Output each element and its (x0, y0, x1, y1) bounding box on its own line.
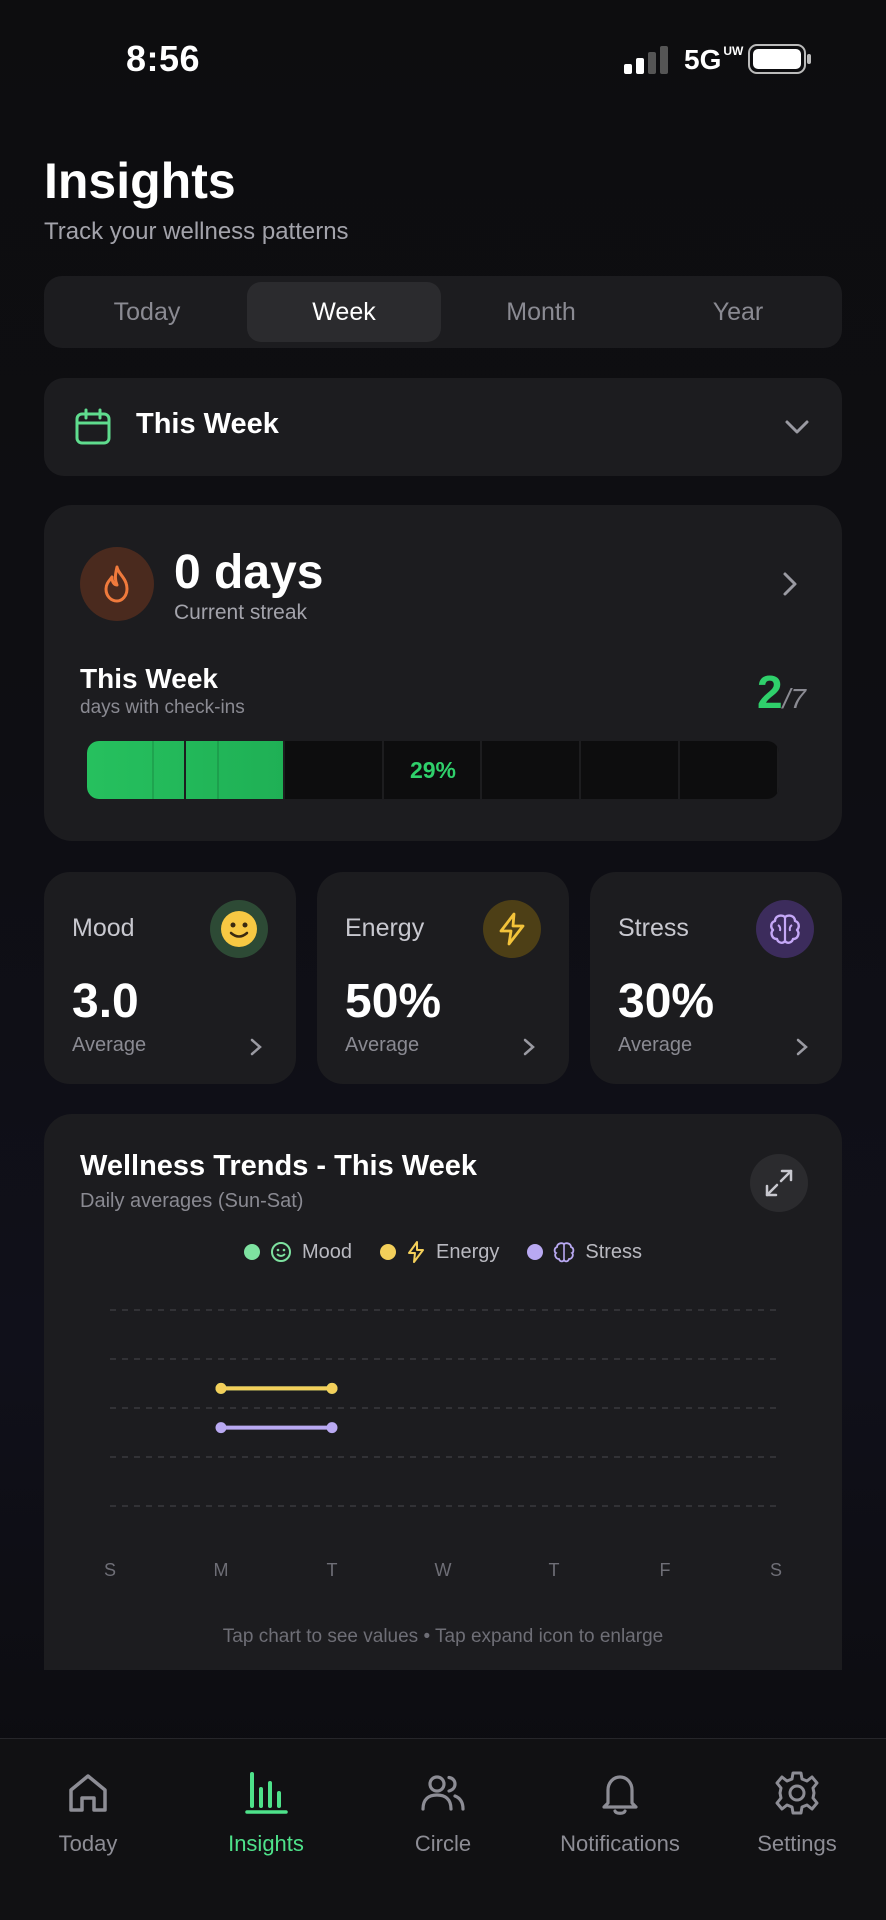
stress-value: 30% (618, 975, 715, 1028)
energy-subtitle: Average (345, 1034, 420, 1056)
brain-icon (756, 900, 814, 958)
home-icon (69, 1774, 107, 1812)
x-tick-label: W (435, 1560, 452, 1580)
data-point-energy (326, 1382, 338, 1394)
chart-title: Wellness Trends - This Week (80, 1150, 478, 1182)
calendar-icon (75, 408, 111, 445)
chart-hint: Tap chart to see values • Tap expand ico… (222, 1626, 664, 1647)
energy-value: 50% (345, 975, 442, 1028)
tab-insights[interactable]: Insights (186, 1769, 346, 1879)
streak-label: Current streak (174, 601, 308, 624)
legend-dot (527, 1244, 544, 1260)
legend-dot (243, 1244, 260, 1260)
segment-month[interactable]: Month (444, 282, 638, 342)
data-point-energy (215, 1382, 227, 1394)
insights-screen: 8:56 5G UW Insights Track your wellness p… (0, 0, 886, 1920)
period-segmented-control: Today Week Month Year (44, 276, 842, 348)
chevron-right-icon (250, 1038, 262, 1056)
week-progress-bar: 29% (87, 741, 779, 799)
wellness-trends-card[interactable]: Wellness Trends - This Week Daily averag… (44, 1114, 842, 1670)
legend-mood[interactable]: Mood (243, 1240, 352, 1264)
people-icon (421, 1775, 465, 1811)
brain-icon (554, 1242, 575, 1263)
tab-notifications[interactable]: Notifications (540, 1769, 700, 1879)
tab-settings[interactable]: Settings (717, 1769, 877, 1879)
chart-subtitle: Daily averages (Sun-Sat) (80, 1190, 304, 1212)
stress-subtitle: Average (618, 1034, 693, 1056)
segment-week[interactable]: Week (247, 282, 441, 342)
week-checkin-count: 2/7 (757, 666, 806, 718)
page-title: Insights (44, 153, 236, 209)
legend-energy[interactable]: Energy (379, 1240, 500, 1264)
week-progress-label: 29% (409, 756, 457, 783)
tab-bar: Today Insights Circle Notifications Sett… (0, 1738, 886, 1920)
period-label: This Week (136, 408, 279, 440)
period-dropdown[interactable]: This Week (44, 378, 842, 476)
status-bar: 8:56 5G UW (0, 0, 886, 110)
expand-icon (765, 1169, 793, 1197)
network-label: 5G UW (684, 44, 744, 75)
smiley-icon (210, 900, 268, 958)
lightning-icon (483, 900, 541, 958)
chevron-right-icon (796, 1038, 808, 1056)
chevron-right-icon (783, 572, 797, 596)
tab-today[interactable]: Today (8, 1769, 168, 1879)
wellness-line-chart[interactable]: SMTWTFS (44, 1274, 842, 1654)
mood-title: Mood (72, 914, 135, 942)
streak-value: 0 days (174, 546, 324, 599)
gear-icon (775, 1771, 819, 1815)
tab-circle-label: Circle (414, 1831, 472, 1856)
lightning-icon (407, 1241, 424, 1263)
expand-button[interactable] (750, 1154, 808, 1212)
tab-today-label: Today (58, 1831, 118, 1856)
battery-icon (748, 44, 811, 74)
legend-stress-label: Stress (585, 1240, 643, 1263)
stress-title: Stress (618, 914, 689, 942)
x-tick-label: S (770, 1560, 782, 1580)
data-point-stress (326, 1422, 338, 1434)
chevron-down-icon (785, 420, 809, 434)
segment-year[interactable]: Year (641, 282, 835, 342)
legend-dot (379, 1244, 396, 1260)
week-subtitle: days with check-ins (80, 697, 245, 718)
smiley-icon (270, 1242, 291, 1262)
page-subtitle: Track your wellness patterns (44, 218, 349, 245)
status-time: 8:56 (126, 38, 201, 79)
tab-settings-label: Settings (757, 1831, 837, 1856)
legend-mood-label: Mood (301, 1240, 352, 1263)
x-tick-label: M (214, 1560, 229, 1580)
flame-icon (80, 547, 154, 621)
bar-chart-icon (245, 1772, 288, 1814)
mood-value: 3.0 (72, 975, 139, 1028)
x-tick-label: T (549, 1560, 560, 1580)
energy-title: Energy (345, 914, 425, 942)
signal-icon (624, 46, 668, 74)
chart-legend: Mood Energy Stress (44, 1234, 842, 1270)
mood-subtitle: Average (72, 1034, 147, 1056)
bell-icon (602, 1775, 638, 1815)
x-tick-label: S (104, 1560, 116, 1580)
chevron-right-icon (523, 1038, 535, 1056)
x-tick-label: F (660, 1560, 671, 1580)
streak-card[interactable]: 0 days Current streak This Week days wit… (44, 505, 842, 841)
tab-insights-label: Insights (228, 1831, 304, 1856)
segment-today[interactable]: Today (50, 282, 244, 342)
legend-stress[interactable]: Stress (527, 1241, 642, 1264)
data-point-stress (215, 1422, 227, 1434)
energy-card[interactable]: Energy 50% Average (317, 872, 569, 1084)
week-title: This Week (80, 663, 218, 694)
x-tick-label: T (327, 1560, 338, 1580)
legend-energy-label: Energy (435, 1240, 500, 1263)
mood-card[interactable]: Mood 3.0 Average (44, 872, 296, 1084)
tab-circle[interactable]: Circle (363, 1769, 523, 1879)
tab-notifications-label: Notifications (560, 1831, 680, 1856)
stress-card[interactable]: Stress 30% Average (590, 872, 842, 1084)
